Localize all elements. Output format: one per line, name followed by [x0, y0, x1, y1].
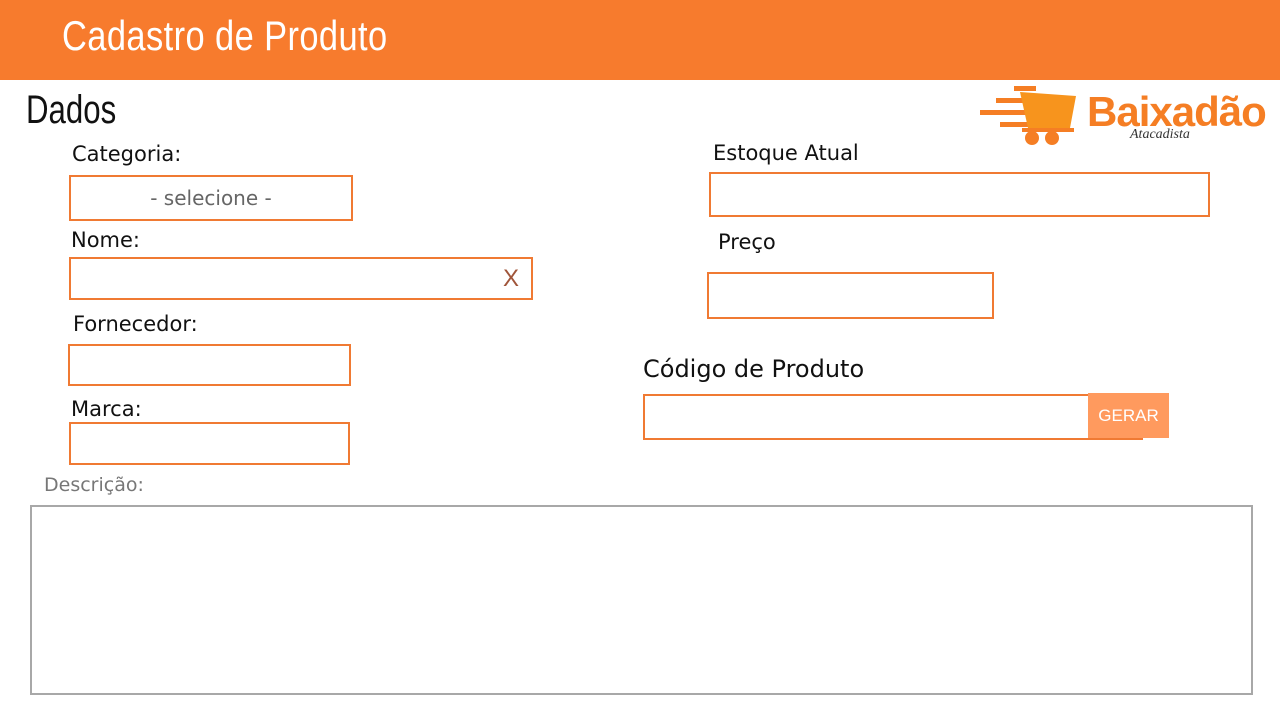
- logo-subtitle: Atacadista: [1130, 127, 1190, 142]
- fornecedor-field[interactable]: [68, 344, 351, 386]
- header-bar: Cadastro de Produto: [0, 0, 1280, 80]
- nome-input[interactable]: [71, 259, 531, 298]
- categoria-select[interactable]: - selecione -: [69, 175, 353, 221]
- nome-label: Nome:: [71, 228, 141, 252]
- page-title: Cadastro de Produto: [62, 12, 388, 59]
- clear-icon[interactable]: X: [503, 265, 519, 293]
- estoque-label: Estoque Atual: [713, 141, 859, 165]
- descricao-label: Descrição:: [44, 474, 144, 496]
- codigo-field[interactable]: [643, 394, 1143, 440]
- categoria-label: Categoria:: [72, 142, 182, 166]
- preco-input[interactable]: [709, 274, 992, 317]
- codigo-label: Código de Produto: [643, 355, 865, 383]
- estoque-input[interactable]: [711, 174, 1208, 215]
- marca-field[interactable]: [69, 422, 350, 465]
- nome-field[interactable]: X: [69, 257, 533, 300]
- preco-field[interactable]: [707, 272, 994, 319]
- section-title: Dados: [26, 88, 117, 132]
- descricao-field[interactable]: [30, 505, 1253, 695]
- descricao-textarea[interactable]: [32, 507, 1251, 693]
- preco-label: Preço: [718, 230, 776, 254]
- gerar-button[interactable]: GERAR: [1088, 393, 1169, 438]
- categoria-selected-value: - selecione -: [150, 186, 272, 210]
- marca-input[interactable]: [71, 424, 348, 463]
- fornecedor-label: Fornecedor:: [73, 312, 198, 336]
- fornecedor-input[interactable]: [70, 346, 349, 384]
- codigo-input[interactable]: [645, 396, 1141, 438]
- estoque-field[interactable]: [709, 172, 1210, 217]
- marca-label: Marca:: [71, 397, 142, 421]
